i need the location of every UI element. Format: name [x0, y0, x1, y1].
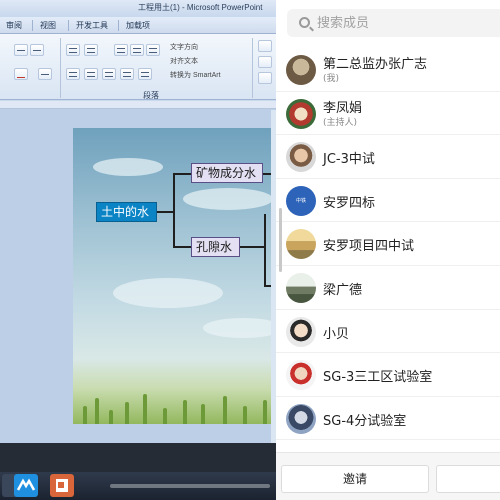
group-label-paragraph: 段落 [143, 91, 159, 100]
tab-review[interactable]: 审阅 [6, 20, 22, 31]
tab-addins[interactable]: 加载项 [126, 20, 150, 31]
mindmap-node-mineral-water[interactable]: 矿物成分水 [191, 163, 263, 183]
mindmap-connector [157, 211, 173, 213]
justify-button[interactable] [120, 68, 134, 80]
list-item[interactable]: 李凤娟 (主持人) [276, 92, 500, 136]
grow-font-button[interactable] [14, 44, 28, 56]
bullets-button[interactable] [66, 44, 80, 56]
font-color-button[interactable] [14, 68, 28, 80]
mindmap-root-node[interactable]: 土中的水 [96, 202, 157, 222]
mindmap-node-pore-water[interactable]: 孔隙水 [191, 237, 240, 257]
member-name: 安罗项目四中试 [323, 239, 415, 255]
tab-developer[interactable]: 开发工具 [76, 20, 108, 31]
mindmap-connector [240, 246, 264, 248]
shape-button[interactable] [258, 40, 272, 52]
list-item[interactable]: SG-4分试验室 [276, 397, 500, 441]
search-icon [299, 17, 310, 28]
list-scrollbar[interactable] [279, 208, 282, 272]
list-item[interactable]: 梁广德 [276, 266, 500, 310]
align-center-button[interactable] [84, 68, 98, 80]
list-item[interactable]: JC-3中试 [276, 135, 500, 179]
powerpoint-taskbar-icon[interactable] [50, 474, 74, 497]
increase-indent-button[interactable] [130, 44, 144, 56]
mindmap-connector [264, 214, 266, 286]
avatar-icon [286, 142, 316, 173]
align-text-button[interactable]: 对齐文本 [170, 56, 198, 66]
list-item[interactable]: 中铁 安罗四标 [276, 179, 500, 223]
member-name: 李凤娟 [323, 100, 363, 116]
mindmap-connector [173, 173, 191, 175]
member-name: SG-3三工区试验室 [323, 370, 433, 386]
member-name: 第二总监办张广志 [323, 57, 428, 72]
window-title: 工程用土(1) - Microsoft PowerPoint [138, 3, 263, 12]
align-right-button[interactable] [102, 68, 116, 80]
member-name: 小贝 [323, 326, 350, 342]
avatar-icon [286, 272, 316, 303]
title-bar: 工程用土(1) - Microsoft PowerPoint [0, 0, 282, 17]
avatar-icon [286, 55, 316, 85]
member-name: 安罗四标 [323, 195, 376, 211]
shape-button[interactable] [258, 72, 272, 84]
mindmap-connector [173, 246, 191, 248]
avatar-icon [286, 360, 316, 391]
progress-indicator [110, 484, 270, 488]
convert-smartart-button[interactable]: 转换为 SmartArt [170, 70, 221, 80]
avatar-label: 中铁 [295, 197, 306, 204]
char-spacing-button[interactable] [38, 68, 52, 80]
align-left-button[interactable] [66, 68, 80, 80]
status-area [0, 443, 282, 473]
tab-view[interactable]: 视图 [40, 20, 56, 31]
search-box[interactable] [287, 9, 500, 37]
search-input[interactable] [317, 9, 497, 37]
member-note: (我) [323, 74, 340, 84]
line-spacing-button[interactable] [146, 44, 160, 56]
list-item[interactable]: 第二总监办张广志 (我) [276, 48, 500, 92]
secondary-button[interactable] [436, 465, 500, 493]
member-note: (主持人) [323, 117, 358, 128]
list-item[interactable]: 小贝 [276, 310, 500, 354]
powerpoint-window: 工程用土(1) - Microsoft PowerPoint 审阅 视图 开发工… [0, 0, 282, 500]
ruler [0, 101, 282, 109]
member-name: JC-3中试 [323, 152, 375, 168]
member-list[interactable]: 第二总监办张广志 (我) 李凤娟 (主持人) JC-3中试 中铁 安罗四标 安罗… [276, 48, 500, 452]
avatar-icon [286, 316, 316, 347]
invite-button[interactable]: 邀请 [281, 465, 429, 493]
shrink-font-button[interactable] [30, 44, 44, 56]
avatar-icon [286, 98, 316, 129]
avatar-icon [286, 403, 316, 434]
list-item[interactable]: SG-3三工区试验室 [276, 353, 500, 397]
numbering-button[interactable] [84, 44, 98, 56]
member-panel: 第二总监办张广志 (我) 李凤娟 (主持人) JC-3中试 中铁 安罗四标 安罗… [276, 0, 500, 500]
shape-button[interactable] [258, 56, 272, 68]
columns-button[interactable] [138, 68, 152, 80]
member-name: 梁广德 [323, 282, 363, 298]
avatar-icon [286, 229, 316, 260]
member-name: SG-4分试验室 [323, 413, 407, 429]
ribbon-tabs: 审阅 视图 开发工具 加载项 [0, 17, 282, 34]
avatar-icon: 中铁 [286, 185, 316, 216]
decrease-indent-button[interactable] [114, 44, 128, 56]
panel-footer: 邀请 [276, 452, 500, 500]
mindmap-connector [173, 173, 175, 247]
meeting-app-icon[interactable] [14, 474, 38, 497]
text-direction-button[interactable]: 文字方向 [170, 42, 198, 52]
list-item[interactable]: 安罗项目四中试 [276, 222, 500, 266]
